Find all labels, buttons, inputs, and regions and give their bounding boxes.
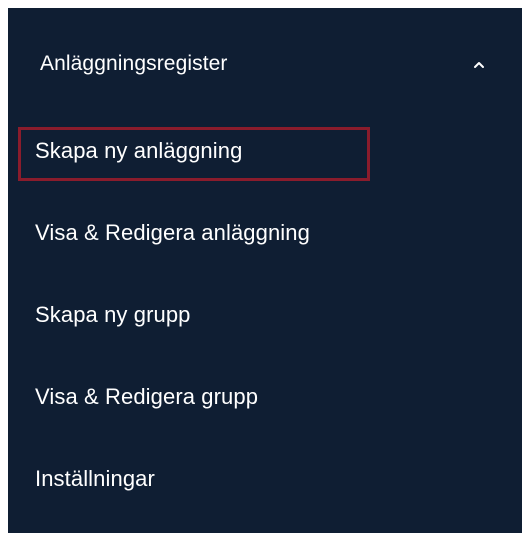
sidebar-item-label: Skapa ny grupp: [35, 302, 191, 327]
sidebar-item-skapa-ny-grupp[interactable]: Skapa ny grupp: [8, 286, 522, 348]
sidebar-item-visa-redigera-grupp[interactable]: Visa & Redigera grupp: [8, 368, 522, 430]
sidebar-item-label: Inställningar: [35, 466, 155, 491]
section-title: Anläggningsregister: [40, 52, 228, 75]
sidebar-item-skapa-ny-anlaggning[interactable]: Skapa ny anläggning: [8, 122, 522, 184]
sidebar-item-label: Visa & Redigera grupp: [35, 384, 259, 409]
sidebar-panel: Anläggningsregister Skapa ny anläggning …: [8, 8, 522, 533]
sidebar-item-label: Visa & Redigera anläggning: [35, 220, 310, 245]
section-header-anlaggningsregister[interactable]: Anläggningsregister: [8, 42, 522, 102]
sidebar-item-visa-redigera-anlaggning[interactable]: Visa & Redigera anläggning: [8, 204, 522, 266]
sidebar-item-label: Skapa ny anläggning: [35, 138, 243, 163]
chevron-up-icon[interactable]: [471, 57, 487, 71]
sidebar-item-installningar[interactable]: Inställningar: [8, 450, 522, 512]
